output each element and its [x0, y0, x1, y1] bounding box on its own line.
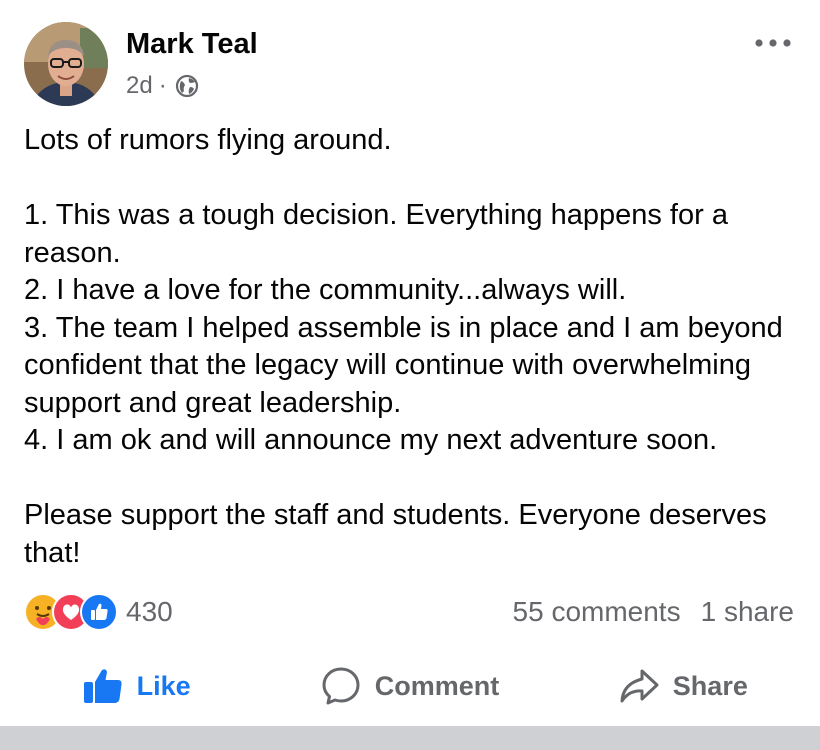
post-paragraph: 3. The team I helped assemble is in plac… — [24, 311, 783, 419]
comment-button[interactable]: Comment — [273, 650, 546, 722]
more-options-icon — [755, 39, 791, 47]
thumbs-up-icon — [83, 668, 123, 704]
more-options-button[interactable] — [752, 28, 794, 58]
reaction-count: 430 — [126, 596, 173, 627]
author-name[interactable]: Mark Teal — [126, 28, 258, 61]
like-button[interactable]: Like — [0, 650, 273, 722]
post-paragraph: Please support the staff and students. E… — [24, 499, 767, 569]
post-meta: 2d · — [126, 72, 199, 100]
reactions-summary[interactable]: 430 — [24, 592, 173, 632]
post-paragraph: Lots of rumors flying around. — [24, 124, 392, 156]
meta-separator: · — [158, 72, 167, 99]
shares-count-link[interactable]: 1 share — [701, 596, 794, 628]
post-body: Lots of rumors flying around. 1. This wa… — [24, 122, 804, 572]
stats-spacer — [681, 596, 701, 628]
avatar[interactable] — [24, 22, 108, 106]
comment-button-label: Comment — [374, 670, 500, 701]
globe-icon[interactable] — [175, 74, 199, 98]
avatar-image — [24, 22, 108, 106]
post-timestamp[interactable]: 2d — [126, 72, 153, 100]
comment-bubble-icon — [321, 666, 361, 706]
like-button-label: Like — [136, 670, 191, 701]
post-paragraph: 4. I am ok and will announce my next adv… — [24, 424, 718, 456]
facebook-post: Mark Teal 2d · Lots of rumors flying aro… — [0, 0, 820, 750]
like-reaction-icon — [80, 593, 118, 631]
share-button[interactable]: Share — [547, 650, 820, 722]
share-button-label: Share — [672, 670, 748, 701]
share-arrow-icon — [619, 668, 659, 704]
post-action-bar: Like Comment Share — [0, 650, 820, 722]
post-paragraph: 1. This was a tough decision. Everything… — [24, 199, 728, 269]
engagement-stats: 55 comments 1 share — [513, 596, 794, 628]
post-paragraph: 2. I have a love for the community...alw… — [24, 274, 627, 306]
comments-count-link[interactable]: 55 comments — [513, 596, 681, 628]
feed-divider — [0, 726, 820, 750]
